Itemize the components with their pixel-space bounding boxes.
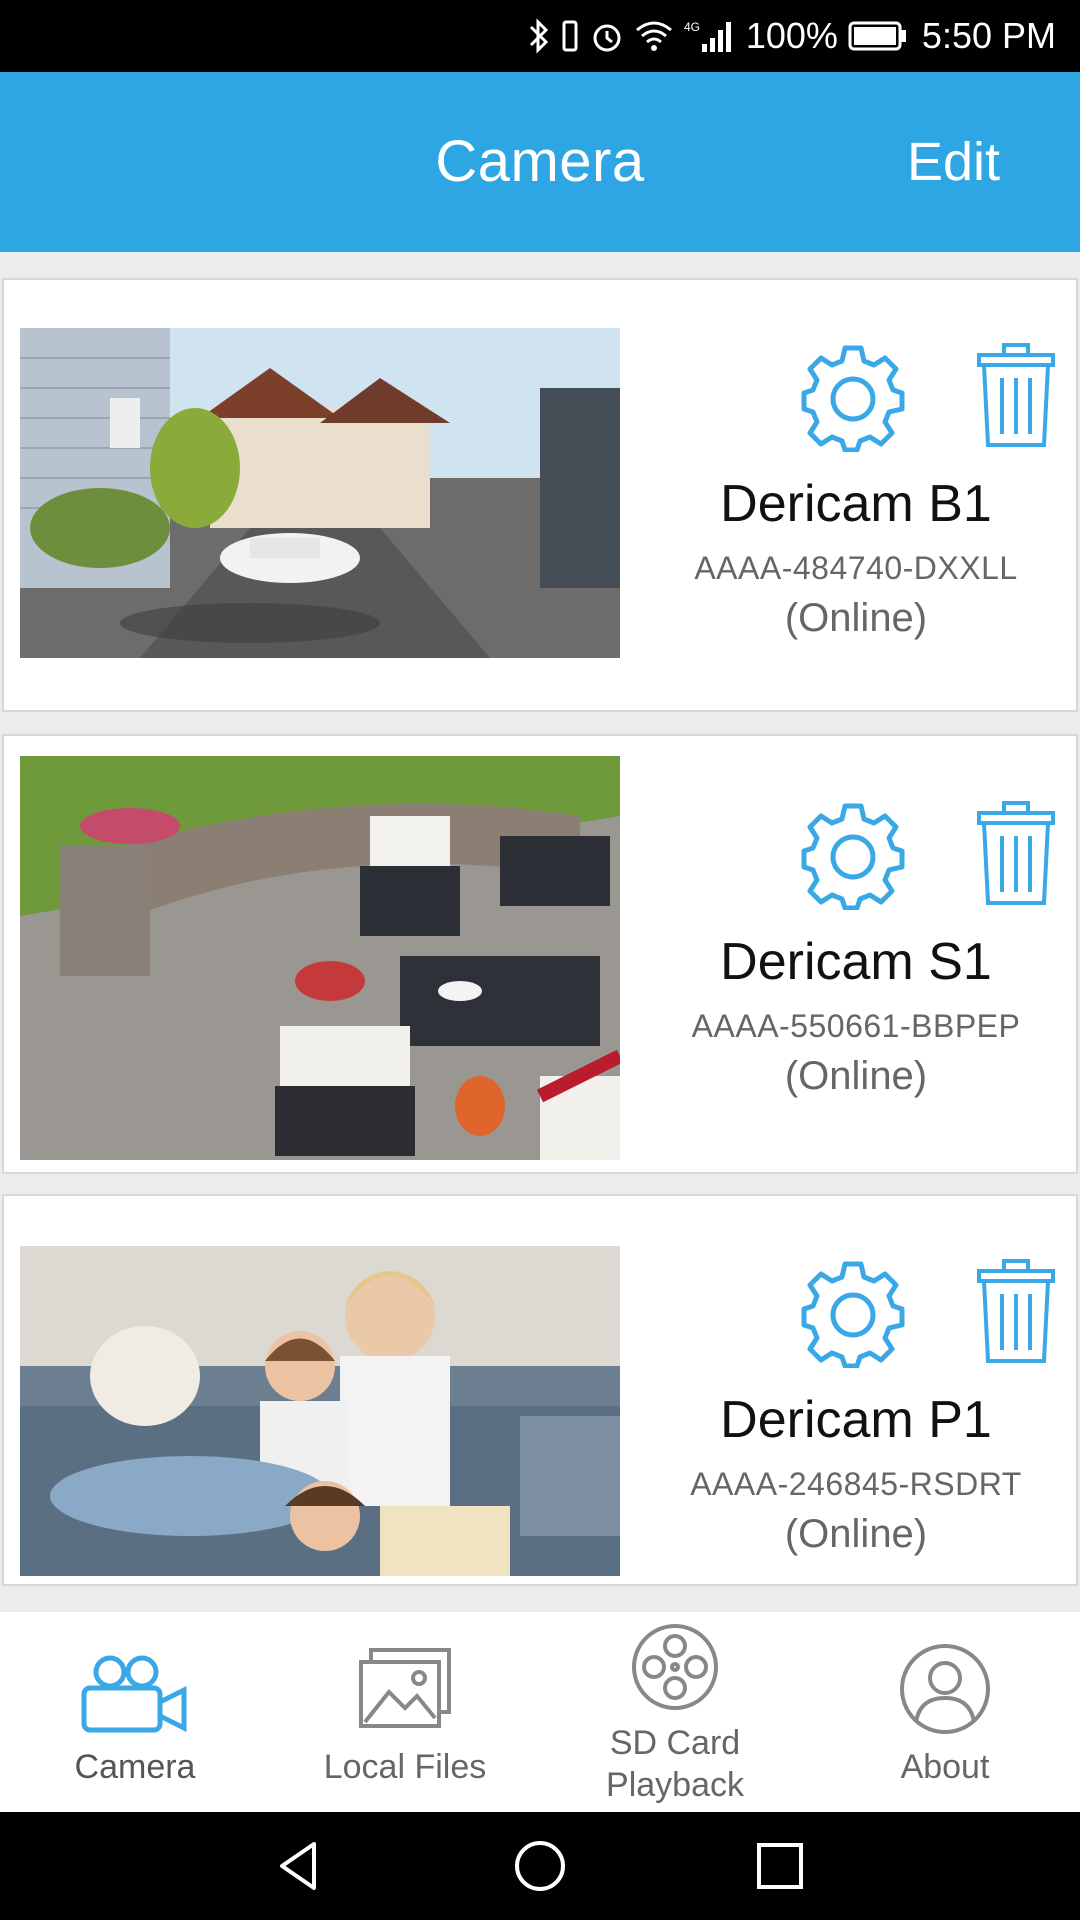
camera-id: AAAA-246845-RSDRT [690, 1466, 1022, 1502]
app-header: Camera Edit [0, 72, 1080, 252]
signal-icon: 4G [684, 18, 736, 54]
vibrate-icon [560, 18, 580, 54]
user-icon [900, 1644, 990, 1734]
system-navigation-bar [0, 1812, 1080, 1920]
camera-name: Dericam B1 [720, 475, 992, 533]
camera-card[interactable]: Dericam P1 AAAA-246845-RSDRT (Online) [2, 1194, 1078, 1586]
clock: 5:50 PM [921, 15, 1056, 56]
network-label: 4G [684, 20, 700, 34]
camera-id: AAAA-550661-BBPEP [691, 1008, 1021, 1044]
camera-status: (Online) [784, 1512, 928, 1556]
camera-thumbnail[interactable] [20, 756, 620, 1160]
camera-id: AAAA-484740-DXXLL [694, 550, 1018, 586]
nav-label: Camera [74, 1748, 196, 1786]
camera-card[interactable]: Dericam S1 AAAA-550661-BBPEP (Online) [2, 734, 1078, 1174]
nav-local-files[interactable]: Local Files [270, 1612, 540, 1812]
edit-button[interactable]: Edit [907, 72, 1000, 252]
nav-label-line2: Playback [606, 1766, 744, 1804]
back-icon[interactable] [272, 1838, 328, 1894]
settings-gear-icon[interactable] [798, 800, 908, 910]
recents-icon[interactable] [752, 1838, 808, 1894]
nav-camera[interactable]: Camera [0, 1612, 270, 1812]
nav-sd-card-playback[interactable]: SD Card Playback [540, 1612, 810, 1812]
nav-label: Local Files [323, 1748, 487, 1786]
alarm-icon [590, 18, 624, 54]
video-camera-icon [81, 1655, 187, 1733]
wifi-icon [634, 18, 674, 54]
camera-name: Dericam S1 [720, 933, 992, 991]
nav-label-line1: SD Card [609, 1724, 741, 1762]
bluetooth-icon [528, 18, 550, 54]
delete-trash-icon[interactable] [976, 342, 1056, 448]
bottom-nav: Camera Local Files SD Card Playback Abou… [0, 1612, 1080, 1812]
delete-trash-icon[interactable] [976, 800, 1056, 906]
status-bar: 4G 100% 5:50 PM [0, 0, 1080, 72]
image-icon [359, 1648, 451, 1728]
battery-icon [848, 20, 908, 52]
camera-thumbnail[interactable] [20, 1246, 620, 1576]
settings-gear-icon[interactable] [798, 1258, 908, 1368]
delete-trash-icon[interactable] [976, 1258, 1056, 1364]
film-reel-icon [632, 1624, 718, 1710]
battery-percent: 100% [745, 15, 838, 56]
settings-gear-icon[interactable] [798, 342, 908, 452]
camera-name: Dericam P1 [720, 1391, 992, 1449]
nav-about[interactable]: About [810, 1612, 1080, 1812]
camera-thumbnail[interactable] [20, 328, 620, 658]
nav-label: About [900, 1748, 990, 1786]
camera-card[interactable]: Dericam B1 AAAA-484740-DXXLL (Online) [2, 278, 1078, 712]
home-icon[interactable] [512, 1838, 568, 1894]
camera-status: (Online) [784, 596, 928, 640]
camera-status: (Online) [784, 1054, 928, 1098]
